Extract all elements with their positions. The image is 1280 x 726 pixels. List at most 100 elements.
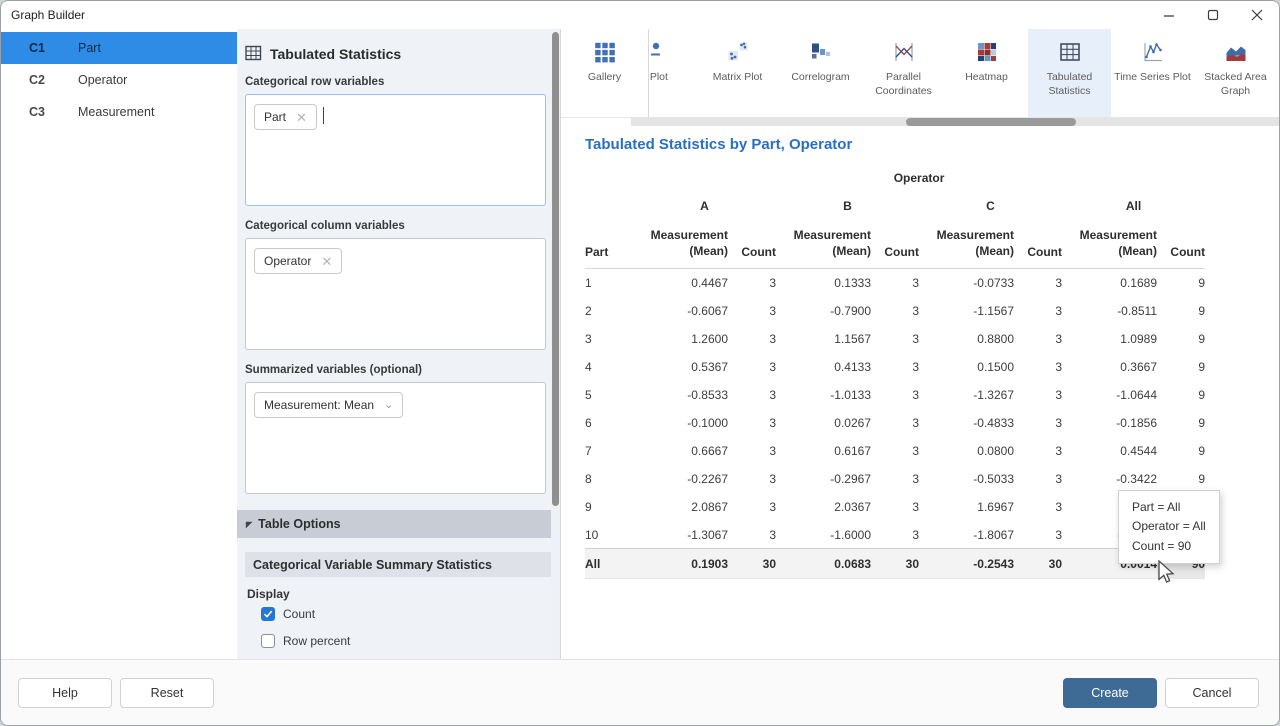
count-cell[interactable]: 3 (728, 493, 776, 521)
mean-cell[interactable]: -1.3067 (633, 521, 728, 549)
count-cell[interactable]: 3 (871, 465, 919, 493)
minimize-button[interactable] (1147, 1, 1191, 29)
count-cell[interactable]: 9 (1157, 325, 1205, 353)
toolbar-item-gallery[interactable]: Gallery (561, 29, 649, 117)
mean-cell[interactable]: 2.0867 (633, 493, 728, 521)
count-cell[interactable]: 3 (871, 409, 919, 437)
maximize-button[interactable] (1191, 1, 1235, 29)
count-cell[interactable]: 3 (1014, 269, 1062, 297)
count-cell[interactable]: 3 (1014, 409, 1062, 437)
toolbar-item-parallel-coordinates[interactable]: Parallel Coordinates (862, 29, 945, 117)
checkbox-row-percent[interactable]: Row percent (261, 634, 546, 648)
stats-row[interactable]: 31.260031.156730.880031.09899 (585, 325, 1205, 353)
remove-chip-icon[interactable]: ✕ (321, 255, 332, 268)
toolbar-item-stacked-area-graph[interactable]: Stacked Area Graph (1194, 29, 1277, 117)
count-cell[interactable]: 9 (1157, 465, 1205, 493)
part-cell[interactable]: 5 (585, 381, 633, 409)
count-cell[interactable]: 9 (1157, 353, 1205, 381)
toolbar-item-time-series-plot[interactable]: Time Series Plot (1111, 29, 1194, 117)
mean-cell[interactable]: 0.1333 (776, 269, 871, 297)
sidebar-item-measurement[interactable]: C3 Measurement (1, 96, 237, 128)
help-button[interactable]: Help (18, 678, 112, 708)
stats-row[interactable]: 70.666730.616730.080030.45449 (585, 437, 1205, 465)
mean-cell[interactable]: -0.0733 (919, 269, 1014, 297)
part-cell[interactable]: 3 (585, 325, 633, 353)
count-cell[interactable]: 3 (1014, 353, 1062, 381)
mean-cell[interactable]: -0.2543 (919, 549, 1014, 579)
mean-cell[interactable]: 1.6967 (919, 493, 1014, 521)
mean-cell[interactable]: -1.0644 (1062, 381, 1157, 409)
count-cell[interactable]: 3 (728, 269, 776, 297)
count-cell[interactable]: 30 (1014, 549, 1062, 579)
remove-chip-icon[interactable]: ✕ (296, 111, 307, 124)
row-variables-input[interactable]: Part ✕ (245, 94, 546, 206)
count-cell[interactable]: 30 (728, 549, 776, 579)
part-cell[interactable]: 8 (585, 465, 633, 493)
mean-cell[interactable]: -1.8067 (919, 521, 1014, 549)
count-cell[interactable]: 3 (1014, 381, 1062, 409)
count-cell[interactable]: 3 (1014, 521, 1062, 549)
mean-cell[interactable]: -0.1000 (633, 409, 728, 437)
summarized-variables-input[interactable]: Measurement: Mean ⌄ (245, 382, 546, 494)
mean-cell[interactable]: 0.1903 (633, 549, 728, 579)
reset-button[interactable]: Reset (120, 678, 214, 708)
toolbar-item-correlogram[interactable]: Correlogram (779, 29, 862, 117)
mean-cell[interactable]: 1.0989 (1062, 325, 1157, 353)
count-cell[interactable]: 9 (1157, 269, 1205, 297)
mean-cell[interactable]: -0.3422 (1062, 465, 1157, 493)
create-button[interactable]: Create (1063, 678, 1157, 708)
mean-cell[interactable]: -0.1856 (1062, 409, 1157, 437)
stats-row-all[interactable]: All0.1903300.068330-0.2543300.001490 (585, 549, 1205, 579)
mean-cell[interactable]: -1.1567 (919, 297, 1014, 325)
count-cell[interactable]: 3 (728, 465, 776, 493)
mean-cell[interactable]: 0.5367 (633, 353, 728, 381)
mean-cell[interactable]: 0.0800 (919, 437, 1014, 465)
stats-row[interactable]: 92.086732.036731.696731.94009 (585, 493, 1205, 521)
mean-cell[interactable]: 0.0267 (776, 409, 871, 437)
toolbar-scrollbar[interactable] (631, 118, 1279, 126)
count-cell[interactable]: 30 (871, 549, 919, 579)
toolbar-scrollbar-thumb[interactable] (906, 118, 1076, 126)
panel-scrollbar-thumb[interactable] (552, 32, 559, 506)
count-cell[interactable]: 3 (871, 325, 919, 353)
close-button[interactable] (1235, 1, 1279, 29)
mean-cell[interactable]: -1.6000 (776, 521, 871, 549)
checkbox-checked-icon[interactable] (261, 607, 275, 621)
toolbar-item-heatmap[interactable]: Heatmap (945, 29, 1028, 117)
count-cell[interactable]: 3 (871, 297, 919, 325)
count-cell[interactable]: 3 (728, 381, 776, 409)
count-cell[interactable]: 3 (728, 409, 776, 437)
count-cell[interactable]: 9 (1157, 381, 1205, 409)
mean-cell[interactable]: 0.1689 (1062, 269, 1157, 297)
count-cell[interactable]: 3 (1014, 493, 1062, 521)
column-variables-input[interactable]: Operator ✕ (245, 238, 546, 350)
count-cell[interactable]: 3 (871, 353, 919, 381)
cancel-button[interactable]: Cancel (1165, 678, 1259, 708)
mean-cell[interactable]: 0.4133 (776, 353, 871, 381)
chevron-down-icon[interactable]: ⌄ (384, 400, 393, 411)
mean-cell[interactable]: -0.2967 (776, 465, 871, 493)
part-cell[interactable]: 4 (585, 353, 633, 381)
count-cell[interactable]: 9 (1157, 297, 1205, 325)
mean-cell[interactable]: 0.1500 (919, 353, 1014, 381)
count-cell[interactable]: 3 (1014, 437, 1062, 465)
count-cell[interactable]: 9 (1157, 437, 1205, 465)
count-cell[interactable]: 3 (728, 521, 776, 549)
count-cell[interactable]: 3 (871, 493, 919, 521)
mean-cell[interactable]: 0.6167 (776, 437, 871, 465)
count-cell[interactable]: 9 (1157, 409, 1205, 437)
variable-chip-measurement-mean[interactable]: Measurement: Mean ⌄ (254, 392, 403, 418)
mean-cell[interactable]: -0.7900 (776, 297, 871, 325)
mean-cell[interactable]: -0.5033 (919, 465, 1014, 493)
stats-row[interactable]: 10-1.30673-1.60003-1.80673-1.57119 (585, 521, 1205, 549)
stats-row[interactable]: 2-0.60673-0.79003-1.15673-0.85119 (585, 297, 1205, 325)
sidebar-item-operator[interactable]: C2 Operator (1, 64, 237, 96)
mean-cell[interactable]: -0.6067 (633, 297, 728, 325)
checkbox-count[interactable]: Count (261, 607, 546, 621)
variable-chip-operator[interactable]: Operator ✕ (254, 248, 342, 274)
count-cell[interactable]: 3 (871, 269, 919, 297)
count-cell[interactable]: 3 (728, 353, 776, 381)
toolbar-item-matrix-plot[interactable]: Matrix Plot (696, 29, 779, 117)
mean-cell[interactable]: -0.4833 (919, 409, 1014, 437)
stats-row[interactable]: 8-0.22673-0.29673-0.50333-0.34229 (585, 465, 1205, 493)
